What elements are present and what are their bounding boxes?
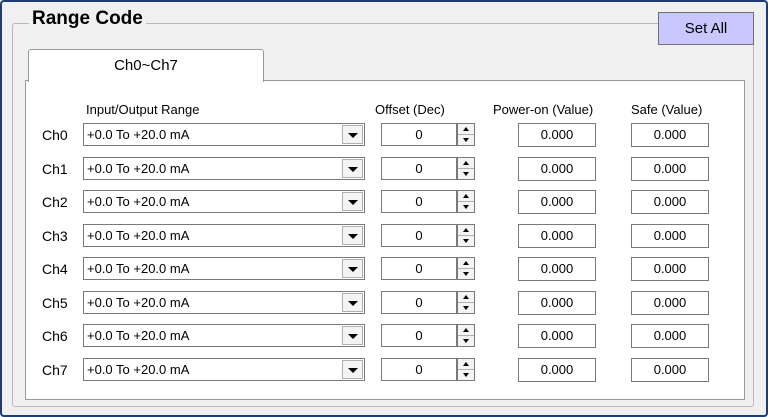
spin-down-icon[interactable]: [458, 169, 474, 179]
offset-spinner[interactable]: [457, 157, 475, 180]
header-range: Input/Output Range: [86, 102, 200, 117]
chevron-down-icon[interactable]: [342, 259, 363, 278]
header-offset: Offset (Dec): [375, 102, 445, 117]
channel-label: Ch1: [42, 161, 68, 177]
offset-input[interactable]: 0: [381, 257, 457, 280]
spin-down-icon[interactable]: [458, 202, 474, 212]
offset-spinner[interactable]: [457, 123, 475, 146]
tab-ch0-ch7[interactable]: Ch0~Ch7: [28, 49, 264, 82]
safe-value-input[interactable]: 0.000: [631, 257, 709, 281]
range-select-value: +0.0 To +20.0 mA: [87, 194, 190, 209]
safe-value-input[interactable]: 0.000: [631, 157, 709, 181]
offset-spinner[interactable]: [457, 358, 475, 381]
power-on-input[interactable]: 0.000: [518, 157, 596, 181]
power-on-input[interactable]: 0.000: [518, 257, 596, 281]
spin-up-icon[interactable]: [458, 258, 474, 269]
window-frame: Range Code Set All Ch0~Ch7 Input/Output …: [0, 0, 768, 417]
range-select-value: +0.0 To +20.0 mA: [87, 127, 190, 142]
offset-spinner[interactable]: [457, 190, 475, 213]
range-select[interactable]: +0.0 To +20.0 mA: [83, 358, 365, 381]
offset-spinner[interactable]: [457, 257, 475, 280]
range-select[interactable]: +0.0 To +20.0 mA: [83, 123, 365, 146]
spin-down-icon[interactable]: [458, 236, 474, 246]
safe-value-input[interactable]: 0.000: [631, 291, 709, 315]
spin-down-icon[interactable]: [458, 269, 474, 279]
offset-spinner[interactable]: [457, 291, 475, 314]
offset-input[interactable]: 0: [381, 358, 457, 381]
range-select[interactable]: +0.0 To +20.0 mA: [83, 257, 365, 280]
channel-label: Ch0: [42, 127, 68, 143]
channel-label: Ch6: [42, 328, 68, 344]
chevron-down-icon[interactable]: [342, 192, 363, 211]
range-select[interactable]: +0.0 To +20.0 mA: [83, 157, 365, 180]
range-select-value: +0.0 To +20.0 mA: [87, 362, 190, 377]
spin-up-icon[interactable]: [458, 325, 474, 336]
range-select[interactable]: +0.0 To +20.0 mA: [83, 224, 365, 247]
spin-up-icon[interactable]: [458, 158, 474, 169]
safe-value-input[interactable]: 0.000: [631, 358, 709, 382]
spin-up-icon[interactable]: [458, 292, 474, 303]
range-select[interactable]: +0.0 To +20.0 mA: [83, 190, 365, 213]
spin-up-icon[interactable]: [458, 191, 474, 202]
chevron-down-icon[interactable]: [342, 326, 363, 345]
chevron-down-icon[interactable]: [342, 125, 363, 144]
safe-value-input[interactable]: 0.000: [631, 324, 709, 348]
power-on-input[interactable]: 0.000: [518, 324, 596, 348]
channel-label: Ch5: [42, 295, 68, 311]
offset-input[interactable]: 0: [381, 291, 457, 314]
channel-label: Ch4: [42, 261, 68, 277]
group-title: Range Code: [29, 8, 146, 30]
offset-spinner[interactable]: [457, 224, 475, 247]
range-select-value: +0.0 To +20.0 mA: [87, 295, 190, 310]
spin-down-icon[interactable]: [458, 135, 474, 145]
channel-label: Ch3: [42, 228, 68, 244]
spin-up-icon[interactable]: [458, 225, 474, 236]
safe-value-input[interactable]: 0.000: [631, 123, 709, 147]
header-power-on: Power-on (Value): [493, 102, 594, 117]
header-safe: Safe (Value): [631, 102, 703, 117]
spin-down-icon[interactable]: [458, 370, 474, 380]
power-on-input[interactable]: 0.000: [518, 291, 596, 315]
chevron-down-icon[interactable]: [342, 293, 363, 312]
range-select-value: +0.0 To +20.0 mA: [87, 161, 190, 176]
offset-input[interactable]: 0: [381, 224, 457, 247]
offset-input[interactable]: 0: [381, 123, 457, 146]
offset-spinner[interactable]: [457, 324, 475, 347]
channel-label: Ch7: [42, 362, 68, 378]
power-on-input[interactable]: 0.000: [518, 190, 596, 214]
channel-label: Ch2: [42, 194, 68, 210]
range-select-value: +0.0 To +20.0 mA: [87, 261, 190, 276]
chevron-down-icon[interactable]: [342, 159, 363, 178]
spin-down-icon[interactable]: [458, 336, 474, 346]
spin-up-icon[interactable]: [458, 359, 474, 370]
range-select-value: +0.0 To +20.0 mA: [87, 328, 190, 343]
set-all-button[interactable]: Set All: [658, 12, 754, 45]
spin-down-icon[interactable]: [458, 303, 474, 313]
range-select[interactable]: +0.0 To +20.0 mA: [83, 291, 365, 314]
range-select-value: +0.0 To +20.0 mA: [87, 228, 190, 243]
offset-input[interactable]: 0: [381, 157, 457, 180]
chevron-down-icon[interactable]: [342, 360, 363, 379]
power-on-input[interactable]: 0.000: [518, 123, 596, 147]
chevron-down-icon[interactable]: [342, 226, 363, 245]
power-on-input[interactable]: 0.000: [518, 224, 596, 248]
spin-up-icon[interactable]: [458, 124, 474, 135]
safe-value-input[interactable]: 0.000: [631, 190, 709, 214]
power-on-input[interactable]: 0.000: [518, 358, 596, 382]
safe-value-input[interactable]: 0.000: [631, 224, 709, 248]
range-select[interactable]: +0.0 To +20.0 mA: [83, 324, 365, 347]
offset-input[interactable]: 0: [381, 324, 457, 347]
offset-input[interactable]: 0: [381, 190, 457, 213]
